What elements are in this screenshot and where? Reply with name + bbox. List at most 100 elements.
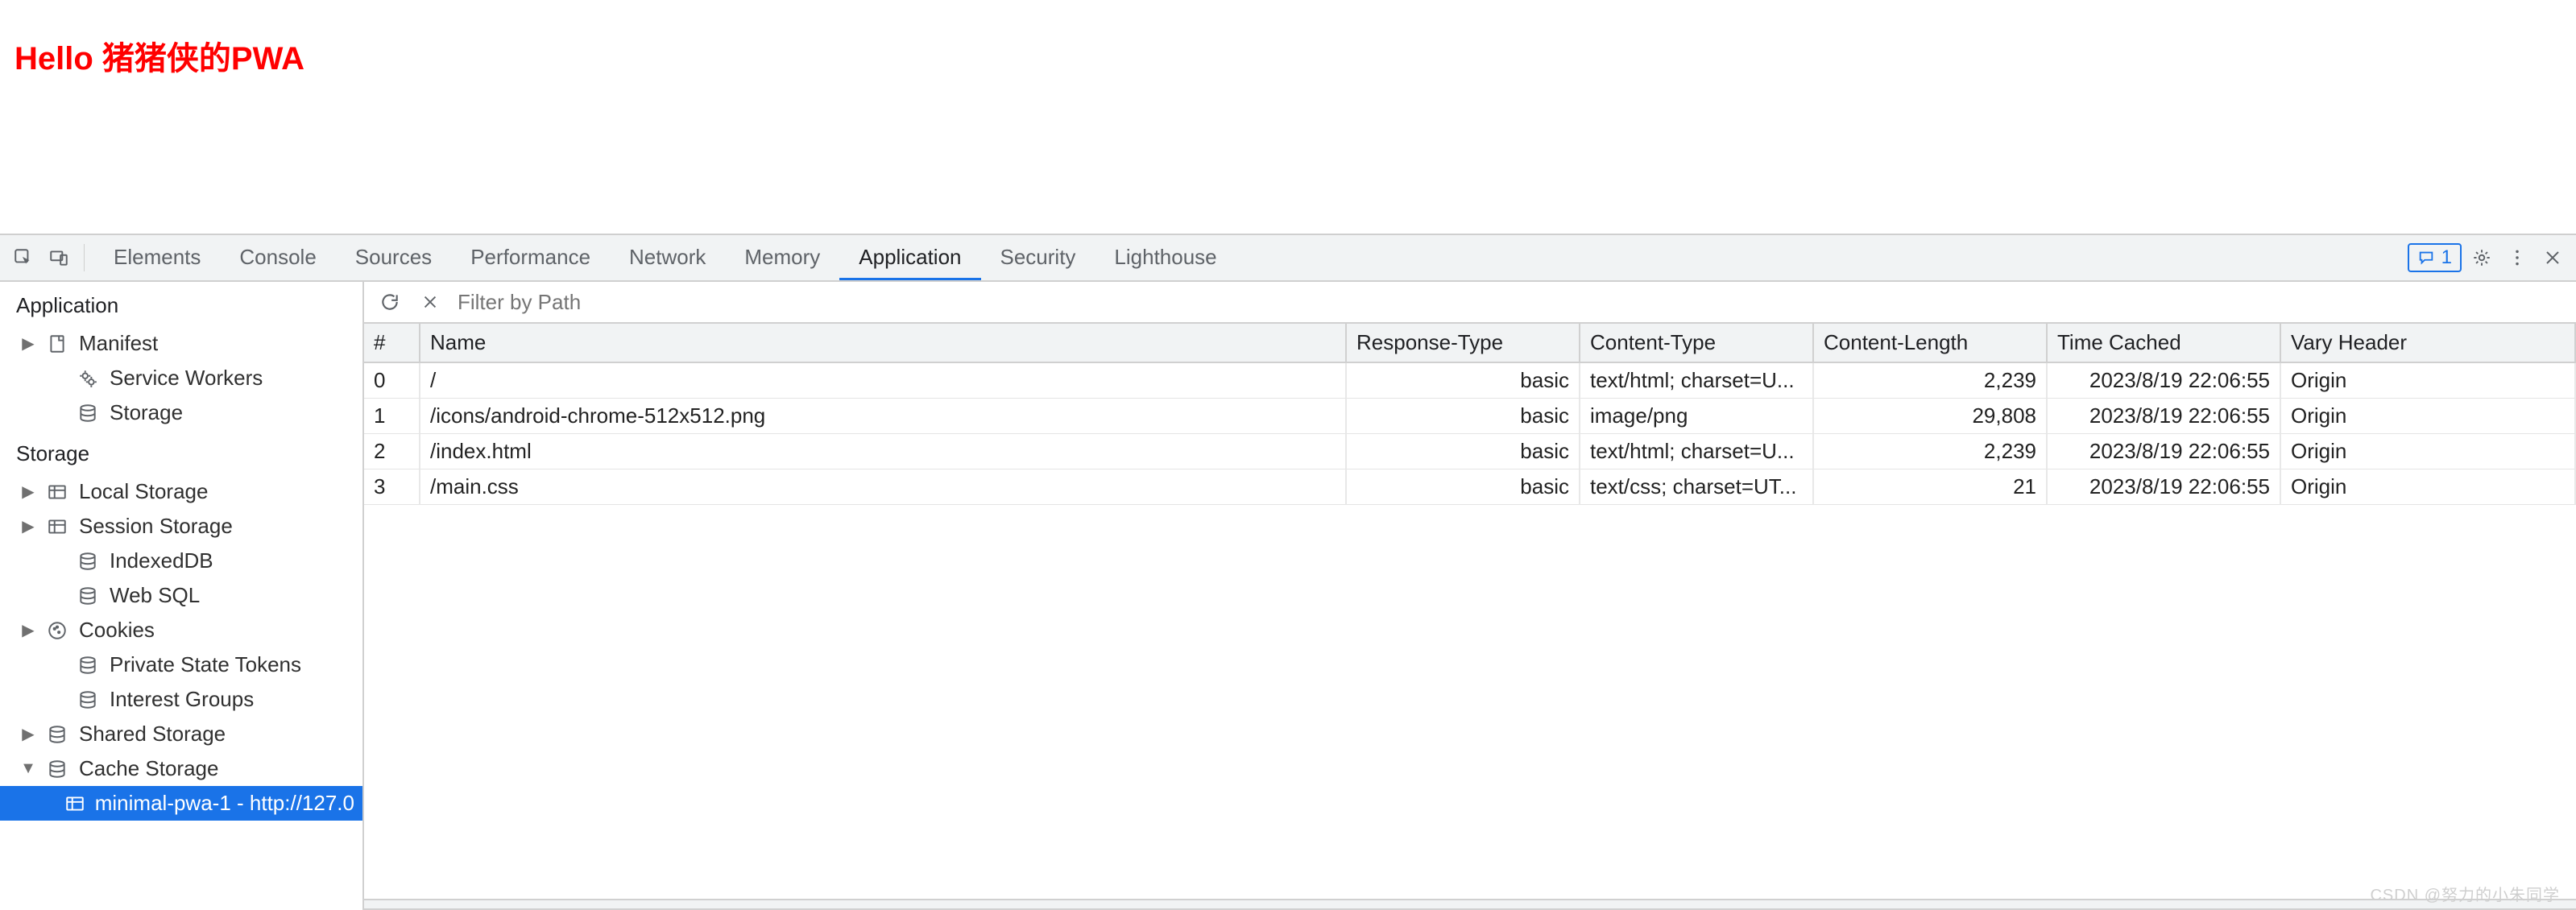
file-icon [45, 332, 69, 356]
db-icon [76, 653, 100, 677]
tab-performance[interactable]: Performance [451, 235, 610, 280]
sidebar-item-interest-groups[interactable]: Interest Groups [0, 682, 362, 717]
table-cell[interactable]: text/css; charset=UT... [1580, 469, 1814, 505]
tab-security[interactable]: Security [981, 235, 1095, 280]
table-cell[interactable]: /icons/android-chrome-512x512.png [420, 399, 1347, 434]
table-icon [45, 515, 69, 539]
db-icon [76, 549, 100, 573]
cookie-icon [45, 618, 69, 643]
column-header[interactable]: Response-Type [1347, 324, 1580, 363]
delete-icon[interactable] [417, 289, 443, 315]
sidebar-item-local-storage[interactable]: ▶ Local Storage [0, 474, 362, 509]
column-header[interactable]: Content-Length [1814, 324, 2048, 363]
sidebar-item-label: Storage [110, 400, 183, 425]
tab-console[interactable]: Console [220, 235, 335, 280]
column-header[interactable]: Name [420, 324, 1347, 363]
table-cell[interactable]: 2 [364, 434, 420, 469]
sidebar-item-label: Local Storage [79, 479, 208, 504]
devtools-tabbar: ElementsConsoleSourcesPerformanceNetwork… [0, 235, 2576, 282]
table-cell[interactable]: 2023/8/19 22:06:55 [2048, 363, 2281, 399]
device-toggle-icon[interactable] [43, 242, 74, 273]
chevron-right-icon: ▶ [21, 333, 35, 354]
sidebar-item-shared-storage[interactable]: ▶Shared Storage [0, 717, 362, 751]
filter-input[interactable] [458, 290, 2563, 315]
table-cell[interactable]: /main.css [420, 469, 1347, 505]
table-cell[interactable]: 21 [1814, 469, 2048, 505]
db-icon [76, 688, 100, 712]
table-cell[interactable]: text/html; charset=U... [1580, 434, 1814, 469]
tab-sources[interactable]: Sources [336, 235, 451, 280]
issues-badge[interactable]: 1 [2408, 243, 2462, 272]
close-devtools-icon[interactable] [2537, 242, 2568, 273]
table-cell[interactable]: / [420, 363, 1347, 399]
table-cell[interactable]: basic [1347, 469, 1580, 505]
sidebar-item-cookies[interactable]: ▶Cookies [0, 613, 362, 647]
table-cell[interactable]: 2023/8/19 22:06:55 [2048, 434, 2281, 469]
sidebar-item-label: Web SQL [110, 583, 200, 608]
column-header[interactable]: Content-Type [1580, 324, 1814, 363]
sidebar-item-minimal-pwa-1-http-127-0[interactable]: minimal-pwa-1 - http://127.0 [0, 786, 362, 821]
table-cell[interactable]: text/html; charset=U... [1580, 363, 1814, 399]
db-icon [45, 757, 69, 781]
sidebar-item-manifest[interactable]: ▶Manifest [0, 326, 362, 361]
table-cell[interactable]: 2023/8/19 22:06:55 [2048, 469, 2281, 505]
tab-memory[interactable]: Memory [725, 235, 839, 280]
column-header[interactable]: Vary Header [2281, 324, 2576, 363]
tab-lighthouse[interactable]: Lighthouse [1095, 235, 1236, 280]
column-header[interactable]: # [364, 324, 420, 363]
sidebar-item-private-state-tokens[interactable]: Private State Tokens [0, 647, 362, 682]
sidebar-item-label: Interest Groups [110, 687, 254, 712]
refresh-icon[interactable] [377, 289, 403, 315]
db-icon [45, 722, 69, 747]
page-content: Hello 猪猪侠的PWA [0, 0, 2576, 234]
cache-detail-panel: #NameResponse-TypeContent-TypeContent-Le… [364, 282, 2576, 910]
cache-toolbar [364, 282, 2576, 324]
sidebar-item-session-storage[interactable]: ▶ Session Storage [0, 509, 362, 544]
table-cell[interactable]: Origin [2281, 399, 2576, 434]
issues-count: 1 [2441, 246, 2452, 269]
sidebar-item-web-sql[interactable]: Web SQL [0, 578, 362, 613]
sidebar-item-cache-storage[interactable]: ▼Cache Storage [0, 751, 362, 786]
sidebar-item-label: Private State Tokens [110, 652, 301, 677]
table-cell[interactable]: 2023/8/19 22:06:55 [2048, 399, 2281, 434]
db-icon [76, 584, 100, 608]
sidebar-item-label: Shared Storage [79, 722, 226, 747]
table-cell[interactable]: basic [1347, 399, 1580, 434]
table-cell[interactable]: Origin [2281, 434, 2576, 469]
table-cell[interactable]: 2,239 [1814, 434, 2048, 469]
table-cell[interactable]: 2,239 [1814, 363, 2048, 399]
table-cell[interactable]: basic [1347, 363, 1580, 399]
table-icon [64, 792, 85, 816]
table-cell[interactable]: image/png [1580, 399, 1814, 434]
inspect-icon[interactable] [8, 242, 39, 273]
table-cell[interactable]: Origin [2281, 363, 2576, 399]
table-cell[interactable]: 0 [364, 363, 420, 399]
settings-icon[interactable] [2466, 242, 2497, 273]
sidebar-item-label: Cache Storage [79, 756, 218, 781]
sidebar-item-label: Cookies [79, 618, 155, 643]
table-cell[interactable]: basic [1347, 434, 1580, 469]
table-cell[interactable]: /index.html [420, 434, 1347, 469]
sidebar-item-label: IndexedDB [110, 548, 213, 573]
chevron-right-icon: ▶ [21, 516, 35, 536]
chevron-right-icon: ▶ [21, 482, 35, 502]
tab-application[interactable]: Application [839, 235, 980, 280]
sidebar-item-service-workers[interactable]: Service Workers [0, 361, 362, 395]
sidebar-item-storage[interactable]: Storage [0, 395, 362, 430]
application-sidebar: Application▶ManifestService Workers Stora… [0, 282, 364, 910]
table-cell[interactable]: Origin [2281, 469, 2576, 505]
db-icon [76, 401, 100, 425]
table-cell[interactable]: 3 [364, 469, 420, 505]
column-header[interactable]: Time Cached [2048, 324, 2281, 363]
cache-entries-table: #NameResponse-TypeContent-TypeContent-Le… [364, 324, 2576, 505]
sidebar-item-indexeddb[interactable]: IndexedDB [0, 544, 362, 578]
sidebar-section-title: Application [0, 282, 362, 326]
page-title: Hello 猪猪侠的PWA [14, 32, 2562, 79]
table-cell[interactable]: 29,808 [1814, 399, 2048, 434]
more-icon[interactable] [2502, 242, 2533, 273]
tab-elements[interactable]: Elements [94, 235, 220, 280]
horizontal-splitter[interactable] [364, 899, 2576, 910]
sidebar-item-label: Session Storage [79, 514, 233, 539]
table-cell[interactable]: 1 [364, 399, 420, 434]
tab-network[interactable]: Network [610, 235, 725, 280]
